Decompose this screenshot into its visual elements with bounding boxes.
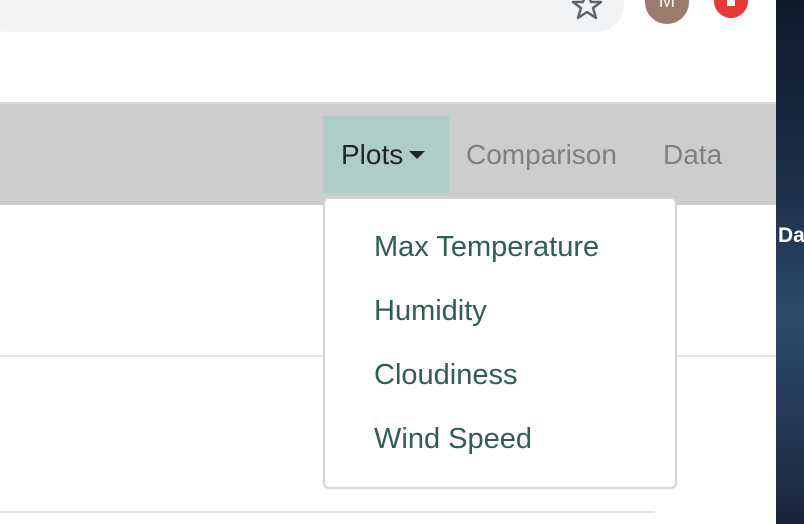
screen: M Plots Comparison Data Max Temperature …	[0, 0, 804, 524]
desktop-background	[776, 0, 804, 524]
update-badge[interactable]	[714, 0, 748, 18]
nav-data-label: Data	[663, 139, 723, 170]
content-divider	[0, 511, 655, 513]
nav-plots-label: Plots	[341, 139, 404, 170]
nav-plots-dropdown-toggle[interactable]: Plots	[323, 116, 449, 193]
dropdown-item-wind-speed[interactable]: Wind Speed	[325, 407, 675, 471]
avatar-initial: M	[658, 0, 676, 12]
desktop-label[interactable]: Da	[778, 224, 804, 248]
dropdown-item-humidity[interactable]: Humidity	[325, 279, 675, 343]
dropdown-item-max-temperature[interactable]: Max Temperature	[325, 215, 675, 279]
avatar[interactable]: M	[645, 0, 689, 24]
nav-comparison[interactable]: Comparison	[466, 116, 617, 193]
nav-comparison-label: Comparison	[466, 139, 617, 170]
star-icon[interactable]	[571, 0, 603, 22]
dropdown-item-cloudiness[interactable]: Cloudiness	[325, 343, 675, 407]
address-bar[interactable]	[0, 0, 624, 32]
caret-down-icon	[409, 150, 426, 159]
plots-dropdown-menu: Max Temperature Humidity Cloudiness Wind…	[323, 197, 677, 489]
nav-data[interactable]: Data	[663, 116, 722, 193]
browser-toolbar: M	[0, 0, 776, 104]
navbar: Plots Comparison Data	[0, 104, 776, 205]
